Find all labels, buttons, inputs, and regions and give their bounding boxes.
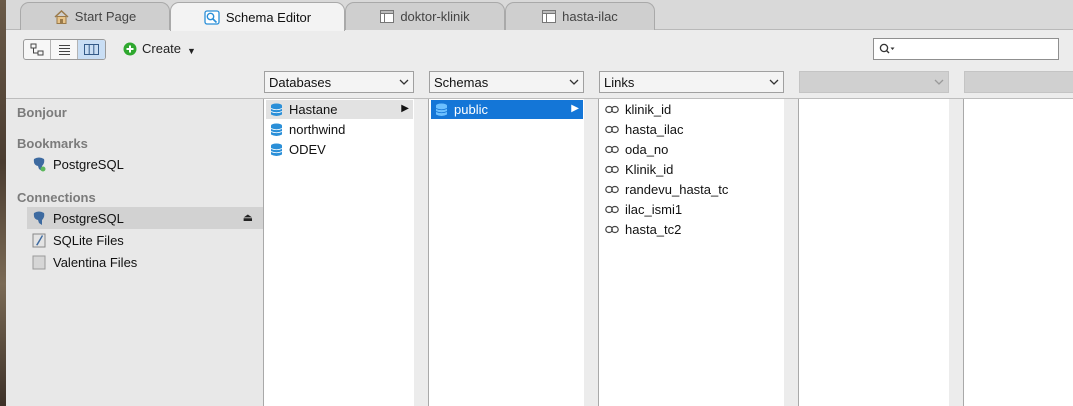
links-column-header[interactable]: Links xyxy=(599,71,784,93)
search-icon xyxy=(879,43,895,54)
database-label: Hastane xyxy=(289,102,338,117)
create-button[interactable]: Create ▼ xyxy=(123,41,196,56)
list-view-icon xyxy=(58,45,70,55)
connection-label: PostgreSQL xyxy=(53,210,124,226)
connection-item-postgresql[interactable]: PostgreSQL ⏏ xyxy=(27,207,263,229)
databases-column-header[interactable]: Databases xyxy=(264,71,414,93)
schema-label: public xyxy=(454,102,488,117)
toolbar: Create ▼ xyxy=(6,30,1073,69)
database-icon xyxy=(270,143,283,156)
bookmarks-section-title: Bookmarks xyxy=(17,136,88,151)
table-icon xyxy=(380,10,395,23)
empty-column-5 xyxy=(963,99,1073,406)
database-item-northwind[interactable]: northwind xyxy=(266,120,413,139)
search-field[interactable] xyxy=(873,38,1059,60)
schemas-column: public ▶ xyxy=(428,99,584,406)
link-icon xyxy=(605,205,619,214)
tab-label: hasta-ilac xyxy=(562,9,618,24)
chevron-down-icon xyxy=(934,79,944,85)
connection-item-sqlite-files[interactable]: SQLite Files xyxy=(27,229,263,251)
database-item-hastane[interactable]: Hastane ▶ xyxy=(266,100,413,119)
tree-view-button[interactable] xyxy=(24,40,51,59)
bonjour-section-title: Bonjour xyxy=(17,105,67,120)
search-input[interactable] xyxy=(899,42,1049,56)
postgresql-icon xyxy=(33,157,46,171)
create-label: Create xyxy=(142,41,182,56)
link-icon xyxy=(605,165,619,174)
link-icon xyxy=(605,225,619,234)
postgresql-icon xyxy=(33,211,45,225)
links-header-label: Links xyxy=(604,74,635,90)
bookmark-label: PostgreSQL xyxy=(53,156,124,172)
tab-label: doktor-klinik xyxy=(400,9,470,24)
tab-label: Schema Editor xyxy=(225,9,312,25)
tab-label: Start Page xyxy=(74,9,137,24)
database-icon xyxy=(270,123,283,136)
databases-column: Hastane ▶ northwind ODEV xyxy=(263,99,414,406)
link-label: hasta_ilac xyxy=(625,122,684,137)
link-label: randevu_hasta_tc xyxy=(625,182,729,197)
chevron-right-icon: ▶ xyxy=(571,103,579,114)
valentina-icon xyxy=(32,255,46,269)
link-item[interactable]: ilac_ismi1 xyxy=(601,200,783,219)
schema-item-public[interactable]: public ▶ xyxy=(431,100,583,119)
column-headers: Databases Schemas Links xyxy=(6,69,1073,98)
list-view-button[interactable] xyxy=(51,40,78,59)
column-4-header xyxy=(799,71,949,93)
database-label: ODEV xyxy=(289,142,326,157)
empty-column-4 xyxy=(798,99,949,406)
database-icon xyxy=(270,103,283,116)
tab-doktor-klinik[interactable]: doktor-klinik xyxy=(345,2,505,30)
schemas-header-label: Schemas xyxy=(434,74,489,90)
schemas-column-header[interactable]: Schemas xyxy=(429,71,584,93)
link-label: klinik_id xyxy=(625,102,672,117)
chevron-down-icon xyxy=(399,79,409,85)
chevron-down-icon xyxy=(769,79,779,85)
link-label: Klinik_id xyxy=(625,162,674,177)
connection-label: SQLite Files xyxy=(53,232,124,248)
schema-editor-icon xyxy=(204,9,220,25)
chevron-down-icon xyxy=(569,79,579,85)
databases-header-label: Databases xyxy=(269,74,332,90)
link-label: hasta_tc2 xyxy=(625,222,682,237)
column-view-button[interactable] xyxy=(78,40,105,59)
home-icon xyxy=(54,9,69,24)
link-item[interactable]: oda_no xyxy=(601,140,783,159)
link-item[interactable]: Klinik_id xyxy=(601,160,783,179)
link-item[interactable]: hasta_ilac xyxy=(601,120,783,139)
chevron-down-icon: ▼ xyxy=(187,46,196,56)
connection-item-valentina-files[interactable]: Valentina Files xyxy=(27,251,263,273)
connection-label: Valentina Files xyxy=(53,254,138,270)
link-label: oda_no xyxy=(625,142,669,157)
table-icon xyxy=(542,10,557,23)
tab-schema-editor[interactable]: Schema Editor xyxy=(170,2,345,31)
connections-section-title: Connections xyxy=(17,190,96,205)
links-column: klinik_id hasta_ilac oda_no Klinik_id ra… xyxy=(598,99,784,406)
column-view-icon xyxy=(84,44,99,55)
chevron-right-icon: ▶ xyxy=(401,103,409,114)
link-icon xyxy=(605,105,619,114)
app-window: Start Page Schema Editor doktor-klinik h… xyxy=(0,0,1073,406)
link-icon xyxy=(605,145,619,154)
tab-bar: Start Page Schema Editor doktor-klinik h… xyxy=(6,0,1073,31)
link-item[interactable]: randevu_hasta_tc xyxy=(601,180,783,199)
database-label: northwind xyxy=(289,122,346,137)
column-5-header xyxy=(964,71,1073,93)
view-mode-segmented-control xyxy=(23,39,106,60)
link-icon xyxy=(605,185,619,194)
bookmark-item-postgresql[interactable]: PostgreSQL xyxy=(27,153,263,175)
plus-circle-icon xyxy=(123,42,137,55)
sidebar: Bonjour Bookmarks PostgreSQL Connections… xyxy=(6,99,263,406)
sqlite-icon xyxy=(32,233,46,247)
link-label: ilac_ismi1 xyxy=(625,202,683,217)
tab-hasta-ilac[interactable]: hasta-ilac xyxy=(505,2,655,30)
tree-view-icon xyxy=(30,43,43,56)
link-item[interactable]: klinik_id xyxy=(601,100,783,119)
tab-start-page[interactable]: Start Page xyxy=(20,2,170,30)
eject-icon[interactable]: ⏏ xyxy=(243,211,253,224)
schema-icon xyxy=(435,103,448,116)
link-icon xyxy=(605,125,619,134)
database-item-odev[interactable]: ODEV xyxy=(266,140,413,159)
link-item[interactable]: hasta_tc2 xyxy=(601,220,783,239)
